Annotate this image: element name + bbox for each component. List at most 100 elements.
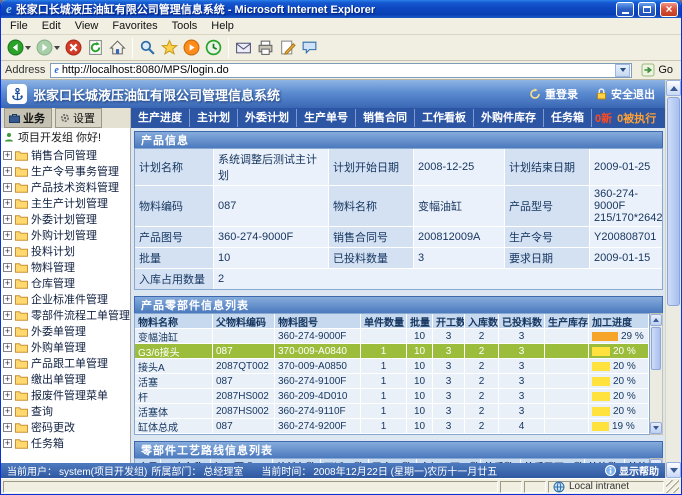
tree-item[interactable]: 销售合同管理 xyxy=(3,147,130,163)
expand-icon[interactable] xyxy=(3,279,12,288)
maximize-button[interactable] xyxy=(638,2,656,17)
nav-item[interactable]: 生产进度 xyxy=(131,109,190,127)
scrollbar-track[interactable] xyxy=(650,326,662,422)
tab-business[interactable]: 业务 xyxy=(4,108,52,128)
expand-icon[interactable] xyxy=(3,311,12,320)
table-row[interactable]: 杆 2087HS002 360-209-4D010 1 10 3 2 3 xyxy=(135,389,649,404)
scrollbar-thumb[interactable] xyxy=(667,97,680,306)
scrollbar-track[interactable] xyxy=(666,96,681,462)
expand-icon[interactable] xyxy=(3,215,12,224)
expand-icon[interactable] xyxy=(3,391,12,400)
fed-qty-label: 已投料数量 xyxy=(329,248,413,268)
menu-item[interactable]: Help xyxy=(204,19,241,33)
expand-icon[interactable] xyxy=(3,199,12,208)
expand-icon[interactable] xyxy=(3,263,12,272)
close-button[interactable] xyxy=(660,2,678,17)
discuss-button[interactable] xyxy=(299,37,320,59)
search-button[interactable] xyxy=(137,37,158,59)
nav-item[interactable]: 工作看板 xyxy=(415,109,474,127)
tree-item[interactable]: 生产令号事务管理 xyxy=(3,163,130,179)
scroll-up-button[interactable] xyxy=(650,314,662,326)
tree-item[interactable]: 报废件管理菜单 xyxy=(3,387,130,403)
tree-item[interactable]: 投料计划 xyxy=(3,243,130,259)
tree-item[interactable]: 物料管理 xyxy=(3,259,130,275)
history-button[interactable] xyxy=(203,37,224,59)
expand-icon[interactable] xyxy=(3,439,12,448)
expand-icon[interactable] xyxy=(3,407,12,416)
table-row[interactable]: 活塞 087 360-274-9100F 1 10 3 2 3 xyxy=(135,374,649,389)
expand-icon[interactable] xyxy=(3,327,12,336)
arrow-up-icon xyxy=(653,318,659,322)
expand-icon[interactable] xyxy=(3,183,12,192)
cell-material-name: G3/6接头 xyxy=(135,344,213,359)
page-scrollbar[interactable] xyxy=(665,80,681,478)
tree-item[interactable]: 外购单管理 xyxy=(3,339,130,355)
minimize-button[interactable] xyxy=(616,2,634,17)
expand-icon[interactable] xyxy=(3,247,12,256)
scrollbar-thumb[interactable] xyxy=(651,327,661,370)
nav-item[interactable]: 销售合同 xyxy=(356,109,415,127)
tree-item[interactable]: 外委计划管理 xyxy=(3,211,130,227)
menu-item[interactable]: File xyxy=(3,19,35,33)
table-row[interactable]: 活塞体 2087HS002 360-274-9110F 1 10 3 2 3 xyxy=(135,404,649,419)
menu-item[interactable]: View xyxy=(68,19,106,33)
tab-business-label: 业务 xyxy=(23,110,45,126)
tree-item[interactable]: 产品技术资料管理 xyxy=(3,179,130,195)
tree-item[interactable]: 仓库管理 xyxy=(3,275,130,291)
menu-item[interactable]: Tools xyxy=(165,19,205,33)
logout-button[interactable]: 安全退出 xyxy=(596,86,655,102)
mail-button[interactable] xyxy=(233,37,254,59)
nav-item[interactable]: 外委计划 xyxy=(238,109,297,127)
tab-settings[interactable]: 设置 xyxy=(55,108,102,128)
tree-item[interactable]: 外委单管理 xyxy=(3,323,130,339)
parts-scrollbar[interactable] xyxy=(650,313,663,435)
nav-item[interactable]: 外购件库存 xyxy=(474,109,544,127)
media-button[interactable] xyxy=(181,37,202,59)
menu-item[interactable]: Favorites xyxy=(105,19,164,33)
home-button[interactable] xyxy=(107,37,128,59)
tree-item[interactable]: 任务箱 xyxy=(3,435,130,451)
stop-button[interactable] xyxy=(63,37,84,59)
table-row[interactable]: G3/6接头 087 370-009-A0840 1 10 3 2 3 xyxy=(135,344,649,359)
tree-item[interactable]: 产品跟工单管理 xyxy=(3,355,130,371)
scroll-down-button[interactable] xyxy=(650,422,662,434)
menu-item[interactable]: Edit xyxy=(35,19,68,33)
expand-icon[interactable] xyxy=(3,151,12,160)
nav-item[interactable]: 生产单号 xyxy=(297,109,356,127)
print-button[interactable] xyxy=(255,37,276,59)
favorites-button[interactable] xyxy=(159,37,180,59)
go-button[interactable]: Go xyxy=(637,63,677,77)
expand-icon[interactable] xyxy=(3,231,12,240)
expand-icon[interactable] xyxy=(3,375,12,384)
table-row[interactable]: 接头A 2087QT002 370-009-A0850 1 10 3 2 3 xyxy=(135,359,649,374)
nav-item[interactable]: 主计划 xyxy=(190,109,238,127)
relogin-button[interactable]: 重登录 xyxy=(529,86,578,102)
table-row[interactable]: 缸体总成 087 360-274-9200F 1 10 3 2 4 xyxy=(135,419,649,434)
tree-item[interactable]: 缴出单管理 xyxy=(3,371,130,387)
tree-item[interactable]: 主生产计划管理 xyxy=(3,195,130,211)
scroll-down-button[interactable] xyxy=(666,462,681,478)
tree-item[interactable]: 外购计划管理 xyxy=(3,227,130,243)
expand-icon[interactable] xyxy=(3,167,12,176)
refresh-button[interactable] xyxy=(85,37,106,59)
tree-item[interactable]: 密码更改 xyxy=(3,419,130,435)
edit-button[interactable] xyxy=(277,37,298,59)
expand-icon[interactable] xyxy=(3,359,12,368)
expand-icon[interactable] xyxy=(3,343,12,352)
production-order-label: 生产令号 xyxy=(505,227,589,247)
address-input[interactable] xyxy=(62,64,613,76)
tree-item[interactable]: 查询 xyxy=(3,403,130,419)
nav-item[interactable]: 任务箱 xyxy=(544,109,592,127)
scroll-up-button[interactable] xyxy=(666,80,681,96)
tree-item[interactable]: 企业标准件管理 xyxy=(3,291,130,307)
show-help-button[interactable]: 显示帮助 xyxy=(605,463,659,478)
expand-icon[interactable] xyxy=(3,423,12,432)
back-button[interactable] xyxy=(5,37,33,59)
expand-icon[interactable] xyxy=(3,295,12,304)
resize-grip[interactable] xyxy=(666,480,679,493)
address-dropdown-button[interactable] xyxy=(615,64,630,77)
table-row[interactable]: 变幅油缸 360-274-9000F 10 3 2 3 xyxy=(135,329,649,344)
tree-item[interactable]: 零部件流程工单管理 xyxy=(3,307,130,323)
cell-unit-qty xyxy=(361,329,407,344)
forward-button[interactable] xyxy=(34,37,62,59)
